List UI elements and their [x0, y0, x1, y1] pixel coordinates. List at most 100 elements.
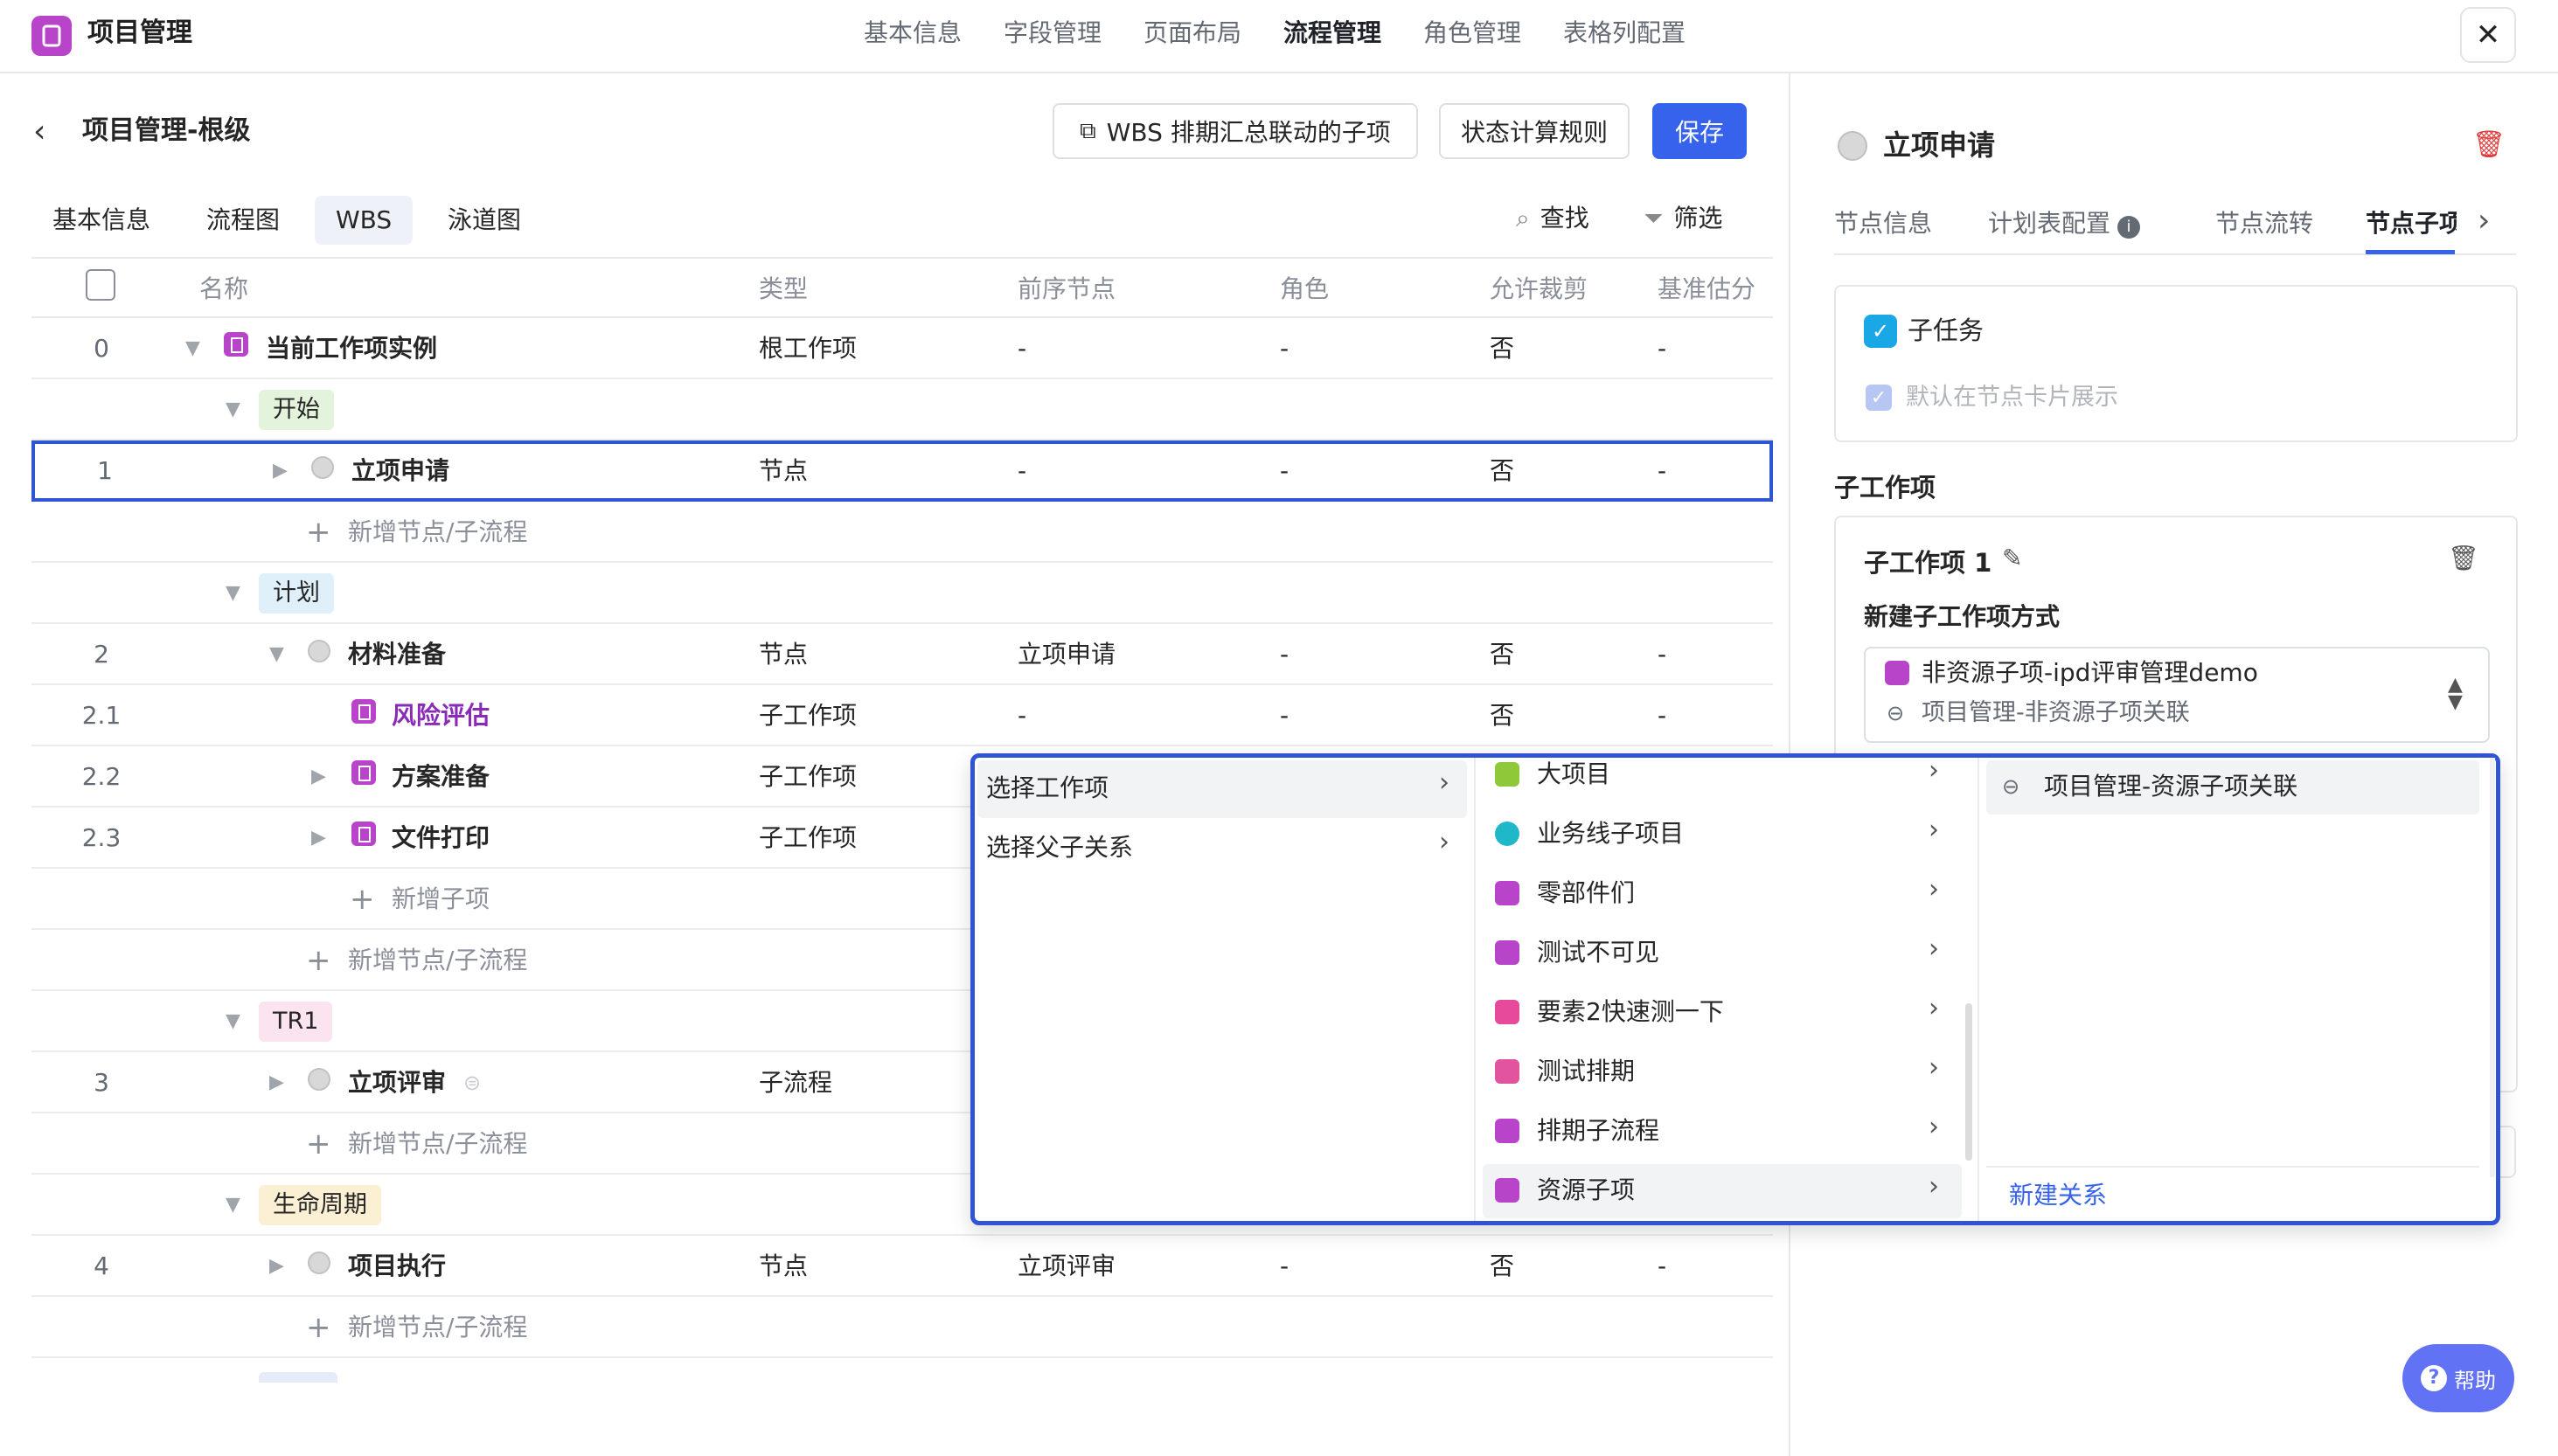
relation-link-icon: ⊖ — [1887, 701, 1905, 725]
find-button[interactable]: ⌕ 查找 — [1516, 199, 1589, 238]
row-type: 节点 — [759, 640, 809, 669]
show-in-card-checkbox[interactable]: ✓ — [1866, 385, 1892, 411]
row-pre: - — [1018, 701, 1027, 730]
scrollbar[interactable] — [1965, 1003, 1972, 1161]
workitem-icon — [1885, 661, 1909, 685]
expand-icon[interactable]: ▶ — [311, 746, 326, 808]
collapse-icon[interactable]: ▼ — [226, 563, 240, 624]
add-node-row[interactable]: + 新增节点/子流程 — [31, 1297, 1773, 1358]
big-project-icon — [1495, 762, 1519, 787]
menu-element-test[interactable]: 要素2快速测一下 — [1537, 993, 1724, 1031]
select-sort-icon[interactable]: ▲ ▼ — [2448, 676, 2463, 712]
add-node-label: 新增节点/子流程 — [348, 1313, 528, 1342]
tab-node-subitems[interactable]: 节点子项 — [2366, 205, 2457, 243]
col-baseline-est[interactable]: 基准估分 — [1658, 259, 1755, 320]
group-row[interactable]: ▼ 开始 — [31, 379, 1773, 440]
wbs-linked-button[interactable]: ⧉ WBS 排期汇总联动的子项 — [1053, 103, 1418, 159]
menu-business-subproject[interactable]: 业务线子项目 — [1537, 815, 1684, 853]
close-button[interactable]: ✕ — [2460, 7, 2516, 63]
table-row[interactable]: 0 ▼ 当前工作项实例 根工作项 - - 否 - — [31, 318, 1773, 379]
col-type[interactable]: 类型 — [759, 259, 808, 320]
footer-divider — [1986, 1166, 2479, 1168]
subtab-wbs[interactable]: WBS — [315, 196, 414, 245]
node-circle-icon — [308, 624, 330, 685]
col-name[interactable]: 名称 — [199, 259, 248, 320]
col-allow-cut[interactable]: 允许裁剪 — [1490, 259, 1588, 320]
menu-select-workitem[interactable]: 选择工作项 — [986, 769, 1109, 808]
row-name: 立项评审 — [348, 1068, 447, 1097]
row-type: 子工作项 — [759, 762, 858, 791]
subtab-swimlane[interactable]: 泳道图 — [427, 196, 542, 245]
collapse-icon[interactable]: ▼ — [226, 379, 240, 440]
business-line-icon — [1495, 822, 1519, 846]
menu-resource-relation[interactable]: 项目管理-资源子项关联 — [2044, 767, 2297, 806]
col-role[interactable]: 角色 — [1280, 259, 1329, 320]
tab-plan-config[interactable]: 计划表配置 i — [1988, 205, 2141, 243]
collapse-icon[interactable]: ▼ — [226, 1175, 240, 1236]
nav-table-columns[interactable]: 表格列配置 — [1563, 16, 1686, 51]
subtab-basic-info[interactable]: 基本信息 — [31, 196, 171, 245]
tab-node-info[interactable]: 节点信息 — [1834, 205, 1932, 243]
row-cut: 否 — [1490, 1251, 1515, 1280]
node-circle-icon — [308, 1052, 330, 1113]
table-header: 名称 类型 前序节点 角色 允许裁剪 基准估分 — [31, 257, 1773, 318]
tabs-scroll-right-icon[interactable]: › — [2478, 203, 2490, 239]
table-row[interactable]: 2.1 风险评估 子工作项 - - 否 - — [31, 685, 1773, 746]
table-row[interactable]: 2 ▼ 材料准备 节点 立项申请 - 否 - — [31, 624, 1773, 685]
row-est: - — [1658, 334, 1667, 363]
row-pre: 立项申请 — [1018, 640, 1116, 669]
expand-icon[interactable]: ▶ — [269, 1236, 284, 1297]
subitem-icon — [351, 746, 376, 808]
nav-basic-info[interactable]: 基本信息 — [864, 16, 962, 51]
chevron-right-icon: › — [1929, 1112, 1939, 1142]
subtask-card — [1834, 285, 2518, 442]
collapse-icon[interactable]: ▼ — [226, 991, 240, 1052]
item-icon — [224, 318, 248, 379]
col-pre-node[interactable]: 前序节点 — [1018, 259, 1116, 320]
filter-button[interactable]: ⏷ 筛选 — [1644, 199, 1722, 238]
page: 项目管理 基本信息 字段管理 页面布局 流程管理 角色管理 表格列配置 ✕ ‹ … — [0, 0, 2558, 1456]
delete-node-icon[interactable]: 🗑 — [2472, 129, 2506, 160]
row-est: - — [1658, 456, 1667, 485]
partial-group-label — [259, 1372, 337, 1383]
nav-role-manage[interactable]: 角色管理 — [1423, 16, 1521, 51]
save-button[interactable]: 保存 — [1652, 103, 1747, 159]
back-arrow-icon[interactable]: ‹ — [33, 114, 45, 149]
collapse-icon[interactable]: ▼ — [185, 318, 200, 379]
nav-page-layout[interactable]: 页面布局 — [1143, 16, 1241, 51]
menu-select-parent-child[interactable]: 选择父子关系 — [986, 829, 1133, 867]
menu-schedule-subflow[interactable]: 排期子流程 — [1537, 1112, 1659, 1150]
nav-field-manage[interactable]: 字段管理 — [1004, 16, 1102, 51]
test-schedule-icon — [1495, 1059, 1519, 1084]
expand-icon[interactable]: ▶ — [273, 440, 288, 502]
wbs-linked-label: WBS 排期汇总联动的子项 — [1106, 118, 1391, 147]
tab-node-transition[interactable]: 节点流转 — [2215, 205, 2313, 243]
new-relation-link[interactable]: 新建关系 — [2009, 1176, 2107, 1215]
menu-test-invisible[interactable]: 测试不可见 — [1537, 933, 1659, 972]
menu-resource-subitem[interactable]: 资源子项 — [1537, 1171, 1635, 1210]
help-button[interactable]: ? 帮助 — [2402, 1344, 2514, 1412]
menu-big-project[interactable]: 大项目 — [1537, 755, 1610, 794]
menu-parts[interactable]: 零部件们 — [1537, 874, 1635, 912]
add-node-row[interactable]: + 新增节点/子流程 — [31, 502, 1773, 563]
expand-icon[interactable]: ▶ — [311, 808, 326, 869]
filter-label: 筛选 — [1673, 204, 1723, 232]
group-label: 计划 — [259, 573, 334, 614]
status-rule-button[interactable]: 状态计算规则 — [1439, 103, 1630, 159]
delete-subitem-icon[interactable]: 🗑 — [2448, 544, 2479, 572]
table-row[interactable]: 4 ▶ 项目执行 节点 立项评审 - 否 - — [31, 1236, 1773, 1297]
select-all-checkbox[interactable] — [86, 269, 115, 301]
collapse-icon[interactable]: ▼ — [269, 624, 284, 685]
group-row[interactable]: ▼ 计划 — [31, 563, 1773, 624]
table-row-selected[interactable]: 1 ▶ 立项申请 节点 - - 否 - — [31, 440, 1773, 502]
subtab-flowchart[interactable]: 流程图 — [185, 196, 301, 245]
chevron-right-icon: › — [1929, 1052, 1939, 1083]
menu-test-schedule[interactable]: 测试排期 — [1537, 1052, 1635, 1091]
expand-icon[interactable]: ▶ — [269, 1052, 284, 1113]
row-index: 3 — [94, 1068, 109, 1097]
element-test-icon — [1495, 1000, 1519, 1024]
row-est: - — [1658, 640, 1667, 669]
nav-flow-manage[interactable]: 流程管理 — [1283, 16, 1381, 51]
edit-pencil-icon[interactable]: ✎ — [2002, 544, 2022, 572]
link-doc-icon: ⧉ — [1080, 117, 1096, 144]
